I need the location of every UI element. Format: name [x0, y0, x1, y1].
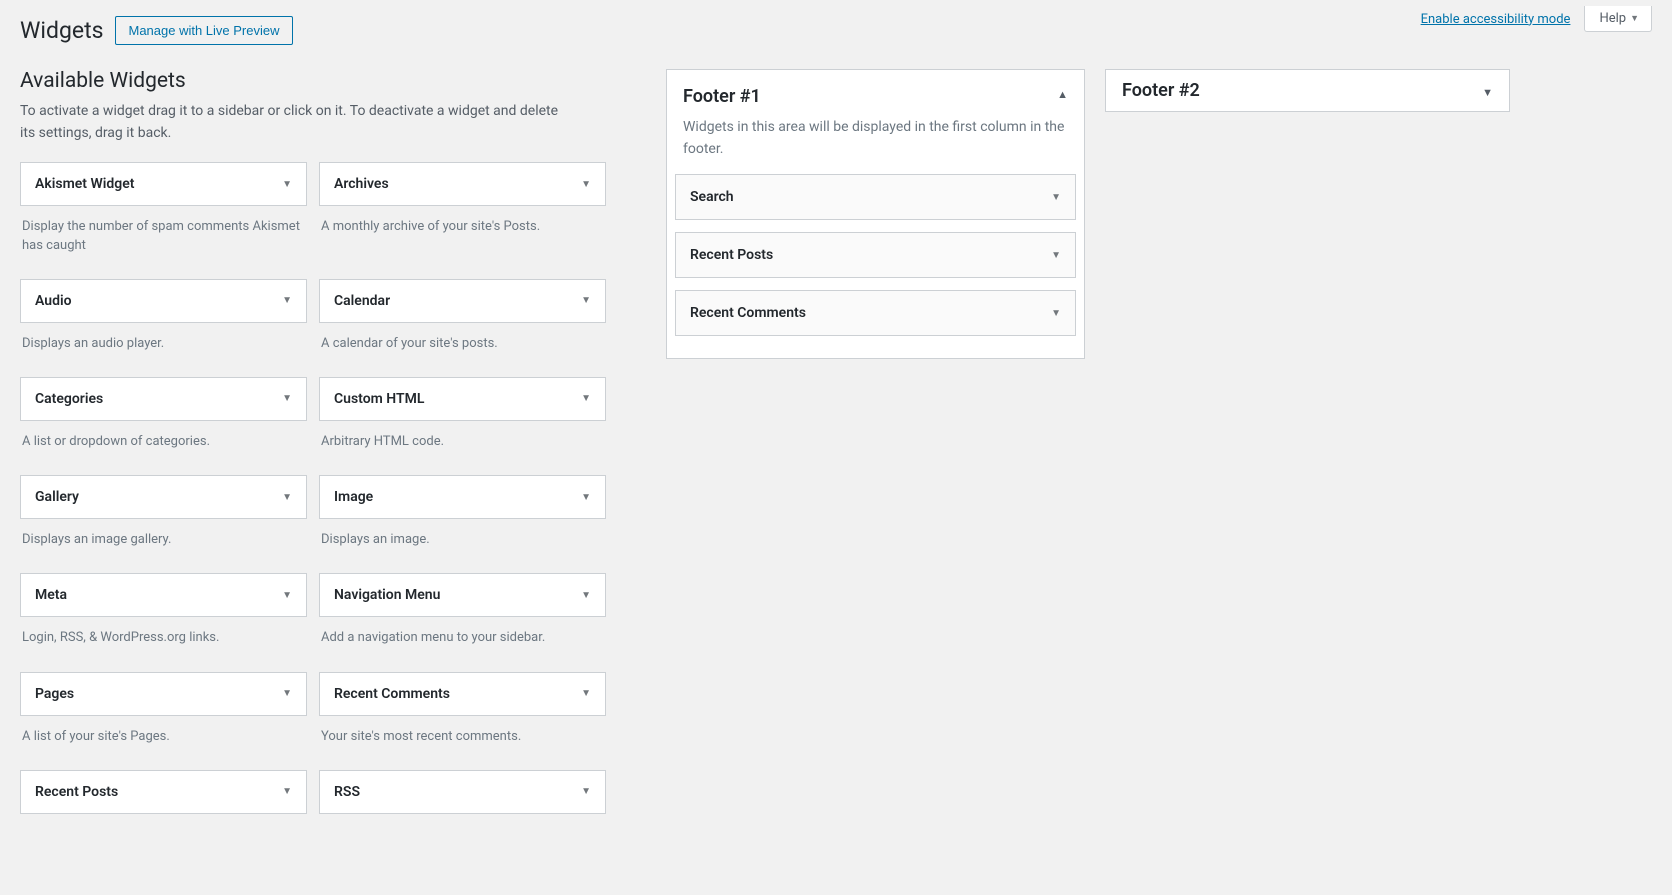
widget-description: Login, RSS, & WordPress.org links.: [22, 629, 305, 647]
chevron-down-icon[interactable]: ▼: [581, 393, 591, 404]
widget-title: Audio: [35, 293, 72, 309]
widget-description: Arbitrary HTML code.: [321, 433, 604, 451]
chevron-down-icon[interactable]: ▼: [581, 492, 591, 503]
widget-title: Gallery: [35, 489, 79, 505]
widget-description: A calendar of your site's posts.: [321, 335, 604, 353]
page-title: Widgets: [20, 17, 103, 44]
chevron-down-icon[interactable]: ▼: [581, 688, 591, 699]
available-widget-header[interactable]: Recent Comments ▼: [319, 672, 606, 716]
available-widget-header[interactable]: Gallery ▼: [20, 475, 307, 519]
chevron-down-icon[interactable]: ▼: [581, 179, 591, 190]
available-widget-header[interactable]: Recent Posts ▼: [20, 770, 307, 814]
available-widget: Categories ▼ A list or dropdown of categor…: [20, 377, 307, 465]
widget-area-footer-1: Footer #1 ▲ Widgets in this area will be…: [666, 69, 1085, 359]
sidebar-widget-item[interactable]: Recent Posts ▼: [675, 232, 1076, 278]
sidebar-widget-title: Recent Posts: [690, 247, 773, 263]
widget-area-header[interactable]: Footer #2 ▼: [1106, 70, 1509, 111]
available-widget: Navigation Menu ▼ Add a navigation menu to…: [319, 573, 606, 661]
widget-description: A list of your site's Pages.: [22, 728, 305, 746]
widget-area-footer-2: Footer #2 ▼: [1105, 69, 1510, 112]
widget-title: Image: [334, 489, 373, 505]
chevron-down-icon[interactable]: ▼: [282, 295, 292, 306]
available-widget-header[interactable]: Akismet Widget ▼: [20, 162, 307, 206]
chevron-down-icon: ▼: [1051, 308, 1061, 319]
widget-title: RSS: [334, 784, 360, 800]
widget-description: Displays an image gallery.: [22, 531, 305, 549]
available-widget-header[interactable]: Navigation Menu ▼: [319, 573, 606, 617]
chevron-down-icon: ▼: [1051, 250, 1061, 261]
available-widget: Pages ▼ A list of your site's Pages.: [20, 672, 307, 760]
chevron-down-icon[interactable]: ▼: [581, 590, 591, 601]
chevron-down-icon: ▼: [1051, 192, 1061, 203]
chevron-down-icon: ▼: [1630, 13, 1639, 24]
chevron-down-icon[interactable]: ▼: [581, 786, 591, 797]
widget-title: Calendar: [334, 293, 390, 309]
widget-title: Custom HTML: [334, 391, 424, 407]
widget-description: Displays an audio player.: [22, 335, 305, 353]
available-widget: Custom HTML ▼ Arbitrary HTML code.: [319, 377, 606, 465]
widget-description: Display the number of spam comments Akis…: [22, 218, 305, 254]
chevron-down-icon[interactable]: ▼: [581, 295, 591, 306]
available-widget: RSS ▼: [319, 770, 606, 814]
widget-area-description: Widgets in this area will be displayed i…: [667, 117, 1084, 174]
chevron-down-icon[interactable]: ▼: [282, 492, 292, 503]
widget-title: Archives: [334, 176, 389, 192]
widget-area-title: Footer #2: [1122, 80, 1200, 101]
available-widget-header[interactable]: Categories ▼: [20, 377, 307, 421]
enable-accessibility-link[interactable]: Enable accessibility mode: [1421, 12, 1571, 27]
widget-description: Displays an image.: [321, 531, 604, 549]
widget-description: Your site's most recent comments.: [321, 728, 604, 746]
sidebar-widget-item[interactable]: Search ▼: [675, 174, 1076, 220]
available-widget-header[interactable]: Custom HTML ▼: [319, 377, 606, 421]
widget-title: Pages: [35, 686, 74, 702]
widget-description: A list or dropdown of categories.: [22, 433, 305, 451]
widget-title: Categories: [35, 391, 103, 407]
chevron-down-icon[interactable]: ▼: [282, 393, 292, 404]
sidebar-widget-title: Search: [690, 189, 734, 205]
available-widget-header[interactable]: Audio ▼: [20, 279, 307, 323]
available-widget: Meta ▼ Login, RSS, & WordPress.org links.: [20, 573, 307, 661]
widget-description: Add a navigation menu to your sidebar.: [321, 629, 604, 647]
available-widget: Audio ▼ Displays an audio player.: [20, 279, 307, 367]
available-widgets-heading: Available Widgets: [20, 69, 606, 93]
widget-title: Recent Posts: [35, 784, 118, 800]
available-widget-header[interactable]: Image ▼: [319, 475, 606, 519]
chevron-down-icon[interactable]: ▼: [282, 590, 292, 601]
available-widget: Archives ▼ A monthly archive of your site'…: [319, 162, 606, 268]
help-tab[interactable]: Help ▼: [1584, 6, 1652, 32]
manage-live-preview-button[interactable]: Manage with Live Preview: [115, 16, 292, 45]
help-tab-label: Help: [1599, 11, 1626, 26]
available-widget-header[interactable]: Pages ▼: [20, 672, 307, 716]
widget-title: Akismet Widget: [35, 176, 134, 192]
widget-area-title: Footer #1: [683, 86, 761, 107]
available-widgets-description: To activate a widget drag it to a sideba…: [20, 101, 560, 144]
available-widget: Image ▼ Displays an image.: [319, 475, 606, 563]
widget-title: Recent Comments: [334, 686, 450, 702]
available-widget: Akismet Widget ▼ Display the number of spa…: [20, 162, 307, 268]
available-widget: Recent Comments ▼ Your site's most recent …: [319, 672, 606, 760]
widget-area-header[interactable]: Footer #1 ▲: [667, 70, 1084, 117]
chevron-up-icon: ▲: [1057, 88, 1068, 101]
available-widget-header[interactable]: Meta ▼: [20, 573, 307, 617]
available-widget-header[interactable]: RSS ▼: [319, 770, 606, 814]
available-widget-header[interactable]: Calendar ▼: [319, 279, 606, 323]
widget-title: Meta: [35, 587, 67, 603]
widget-description: A monthly archive of your site's Posts.: [321, 218, 604, 236]
chevron-down-icon[interactable]: ▼: [282, 688, 292, 699]
chevron-down-icon: ▼: [1482, 86, 1493, 99]
available-widget: Calendar ▼ A calendar of your site's posts…: [319, 279, 606, 367]
available-widget: Recent Posts ▼: [20, 770, 307, 814]
sidebar-widget-item[interactable]: Recent Comments ▼: [675, 290, 1076, 336]
available-widget-header[interactable]: Archives ▼: [319, 162, 606, 206]
chevron-down-icon[interactable]: ▼: [282, 179, 292, 190]
widget-title: Navigation Menu: [334, 587, 440, 603]
available-widget: Gallery ▼ Displays an image gallery.: [20, 475, 307, 563]
sidebar-widget-title: Recent Comments: [690, 305, 806, 321]
chevron-down-icon[interactable]: ▼: [282, 786, 292, 797]
